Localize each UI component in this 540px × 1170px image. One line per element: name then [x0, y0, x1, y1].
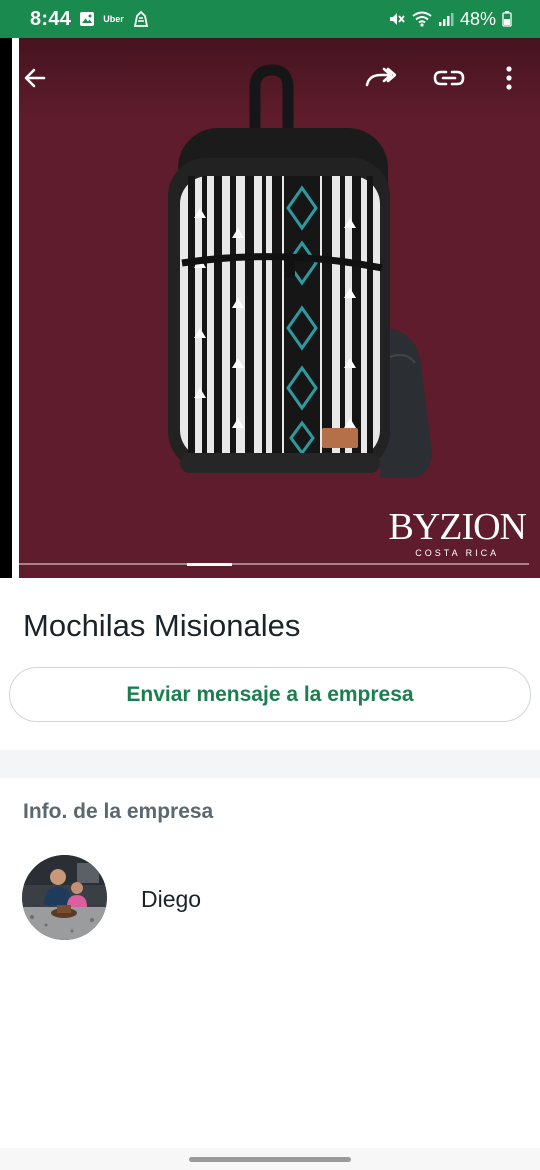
battery-percent: 48% [459, 8, 496, 29]
forward-button[interactable] [362, 60, 398, 96]
hero-edge-light [12, 38, 19, 578]
status-time: 8:44 [30, 7, 72, 30]
section-divider [0, 750, 540, 778]
battery-icon [502, 11, 512, 27]
product-image[interactable]: BYZION COSTA RICA [0, 38, 540, 578]
wifi-icon [412, 11, 432, 27]
app-icon [132, 10, 150, 28]
back-button[interactable] [17, 60, 53, 96]
contact-name[interactable]: Diego [141, 886, 201, 913]
link-icon [433, 70, 465, 86]
send-message-button[interactable]: Enviar mensaje a la empresa [9, 667, 531, 722]
avatar-photo [22, 855, 107, 940]
status-right: 48% [388, 9, 512, 30]
status-bar: 8:44 Uber 48% [0, 0, 540, 38]
brand-logo: BYZION COSTA RICA [388, 506, 527, 558]
carousel-progress-track [19, 563, 529, 565]
avatar[interactable] [22, 855, 107, 940]
backpack-image [168, 64, 432, 478]
brand-name: BYZION [388, 506, 527, 548]
signal-icon [438, 11, 454, 27]
back-arrow-icon [24, 68, 46, 88]
more-vert-icon [506, 66, 512, 90]
uber-icon: Uber [103, 14, 124, 24]
carousel-progress-indicator [187, 563, 232, 566]
link-button[interactable] [431, 60, 467, 96]
image-icon [79, 11, 95, 27]
forward-icon [365, 67, 396, 87]
brand-subtitle: COSTA RICA [415, 548, 500, 558]
business-info-title: Info. de la empresa [23, 800, 214, 823]
product-title: Mochilas Misionales [23, 608, 301, 643]
hero-edge-dark [0, 38, 12, 578]
home-gesture-handle[interactable] [189, 1157, 351, 1162]
mute-icon [388, 10, 406, 28]
status-left: 8:44 Uber [30, 8, 150, 31]
more-options-button[interactable] [491, 60, 527, 96]
